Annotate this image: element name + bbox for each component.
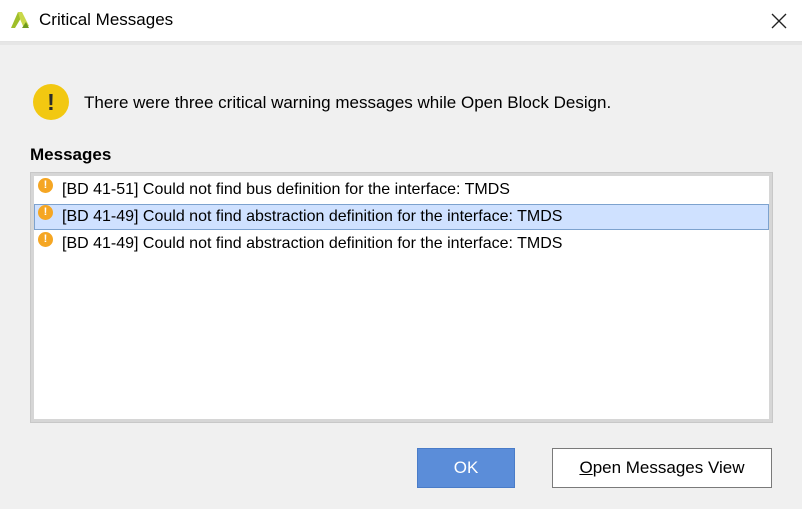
- list-item-selected[interactable]: ! [BD 41-49] Could not find abstraction …: [34, 204, 769, 230]
- message-text: [BD 41-49] Could not find abstraction de…: [62, 235, 563, 252]
- critical-warning-icon: !: [38, 177, 53, 193]
- list-item[interactable]: ! [BD 41-51] Could not find bus definiti…: [34, 177, 769, 203]
- ok-button[interactable]: OK: [417, 448, 515, 488]
- critical-warning-icon: !: [38, 231, 53, 247]
- title-bar: Critical Messages: [0, 0, 802, 42]
- list-item[interactable]: ! [BD 41-49] Could not find abstraction …: [34, 231, 769, 257]
- messages-heading: Messages: [30, 145, 112, 164]
- open-messages-view-button[interactable]: Open Messages View: [552, 448, 772, 488]
- message-text: [BD 41-51] Could not find bus definition…: [62, 181, 510, 198]
- vivado-logo-icon: [11, 12, 29, 28]
- messages-list[interactable]: ! [BD 41-51] Could not find bus definiti…: [30, 172, 773, 423]
- mnemonic-letter: O: [579, 458, 593, 477]
- warning-icon: !: [33, 84, 69, 120]
- ok-button-label: OK: [453, 458, 479, 477]
- critical-warning-icon: !: [38, 204, 53, 220]
- message-text: [BD 41-49] Could not find abstraction de…: [62, 208, 563, 225]
- open-messages-view-label: pen Messages View: [592, 458, 745, 477]
- summary-text: There were three critical warning messag…: [84, 93, 612, 112]
- close-button[interactable]: [756, 0, 802, 42]
- close-icon: [771, 13, 787, 29]
- window-title: Critical Messages: [39, 10, 174, 29]
